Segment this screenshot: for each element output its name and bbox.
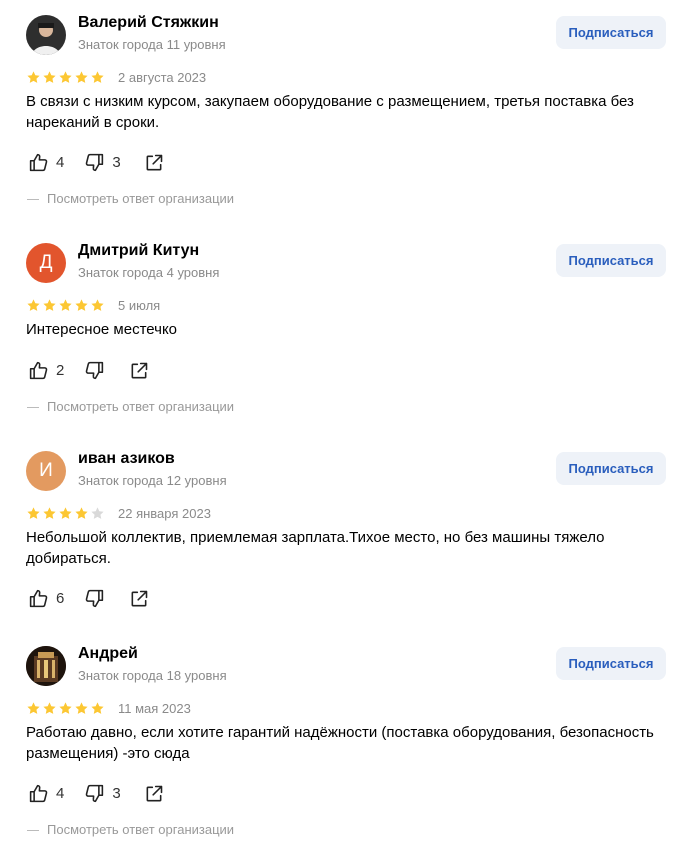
like-count: 4: [56, 785, 65, 802]
share-button[interactable]: [144, 153, 164, 173]
rating-stars: [26, 701, 105, 716]
reviewer-name[interactable]: Дмитрий Китун: [78, 242, 199, 260]
share-button[interactable]: [129, 589, 149, 609]
star-icon: [75, 299, 88, 311]
review-actions: 4 3: [28, 152, 164, 173]
reviewer-level: Знаток города 11 уровня: [78, 37, 226, 52]
dash-divider: [27, 407, 39, 409]
review-date: 11 мая 2023: [118, 701, 191, 716]
review-text: Интересное местечко: [26, 321, 178, 338]
review-date: 22 января 2023: [118, 506, 211, 521]
share-button[interactable]: [129, 361, 149, 381]
share-icon: [146, 785, 162, 801]
reviewer-name[interactable]: иван азиков: [78, 450, 175, 468]
dislike-button[interactable]: 3: [84, 783, 121, 804]
thumbs-down-icon: [86, 784, 104, 803]
star-icon: [27, 702, 40, 714]
reviewer-name[interactable]: Валерий Стяжкин: [78, 14, 219, 32]
thumbs-up-icon: [29, 589, 48, 608]
share-button[interactable]: [144, 784, 164, 804]
dislike-count: 3: [112, 785, 121, 802]
star-icon: [59, 507, 72, 519]
subscribe-button[interactable]: Подписаться: [556, 244, 666, 277]
star-icon: [59, 299, 72, 311]
review-date: 2 августа 2023: [118, 70, 207, 85]
thumbs-up-icon: [29, 361, 48, 380]
rating-stars: [26, 70, 105, 85]
star-icon: [75, 507, 88, 519]
view-org-reply-link[interactable]: Посмотреть ответ организации: [27, 191, 234, 206]
thumbs-down-icon: [86, 589, 104, 608]
review-actions: 2: [28, 360, 149, 381]
rating-stars: [26, 298, 105, 313]
like-button[interactable]: 2: [28, 360, 64, 381]
star-icon: [43, 71, 56, 83]
avatar[interactable]: [26, 646, 66, 686]
thumbs-up-icon: [29, 153, 48, 172]
share-icon: [131, 590, 148, 606]
share-icon: [131, 362, 148, 378]
star-icon: [43, 299, 56, 311]
dislike-button[interactable]: [84, 360, 105, 381]
view-org-reply-label: Посмотреть ответ организации: [47, 191, 235, 206]
star-icon: [75, 702, 88, 714]
review-text: Работаю давно, если хотите гарантий надё…: [26, 724, 654, 762]
share-icon: [146, 154, 162, 170]
star-icon: [59, 702, 72, 714]
view-org-reply-link[interactable]: Посмотреть ответ организации: [27, 822, 234, 837]
review-actions: 6: [28, 588, 149, 609]
thumbs-down-icon: [86, 153, 104, 172]
review-text: Небольшой коллектив, приемлемая зарплата…: [26, 529, 605, 567]
rating-stars: [26, 506, 105, 521]
star-icon: [27, 507, 40, 519]
view-org-reply-label: Посмотреть ответ организации: [47, 399, 235, 414]
user-photo-icon: [26, 15, 66, 55]
avatar-letter: Д: [39, 252, 53, 273]
star-icon: [91, 702, 104, 714]
like-count: 2: [56, 362, 65, 379]
like-count: 6: [56, 590, 65, 607]
star-icon: [27, 71, 40, 83]
reviewer-name[interactable]: Андрей: [78, 645, 138, 663]
star-icon: [91, 299, 104, 311]
star-icon: [27, 299, 40, 311]
star-icon: [43, 702, 56, 714]
dislike-button[interactable]: [84, 588, 105, 609]
view-org-reply-link[interactable]: Посмотреть ответ организации: [27, 399, 234, 414]
subscribe-button[interactable]: Подписаться: [556, 16, 666, 49]
dislike-button[interactable]: 3: [84, 152, 121, 173]
like-button[interactable]: 4: [28, 783, 64, 804]
review-date: 5 июля: [118, 298, 161, 313]
subscribe-button[interactable]: Подписаться: [556, 452, 666, 485]
star-icon: [59, 71, 72, 83]
review-text: В связи с низким курсом, закупаем оборуд…: [26, 93, 634, 131]
avatar[interactable]: [26, 15, 66, 55]
avatar[interactable]: И: [26, 451, 66, 491]
like-button[interactable]: 6: [28, 588, 64, 609]
dash-divider: [27, 830, 39, 832]
avatar-letter: И: [39, 460, 53, 481]
star-icon: [91, 71, 104, 83]
reviewer-level: Знаток города 18 уровня: [78, 668, 227, 683]
like-button[interactable]: 4: [28, 152, 64, 173]
reviewer-level: Знаток города 12 уровня: [78, 473, 227, 488]
thumbs-up-icon: [29, 784, 48, 803]
reviewer-level: Знаток города 4 уровня: [78, 265, 220, 280]
review-actions: 4 3: [28, 783, 164, 804]
dash-divider: [27, 199, 39, 201]
star-icon: [43, 507, 56, 519]
star-icon: [91, 507, 104, 519]
dislike-count: 3: [112, 154, 121, 171]
like-count: 4: [56, 154, 65, 171]
avatar[interactable]: Д: [26, 243, 66, 283]
subscribe-button[interactable]: Подписаться: [556, 647, 666, 680]
user-photo-icon: [26, 646, 66, 686]
view-org-reply-label: Посмотреть ответ организации: [47, 822, 235, 837]
thumbs-down-icon: [86, 361, 104, 380]
star-icon: [75, 71, 88, 83]
